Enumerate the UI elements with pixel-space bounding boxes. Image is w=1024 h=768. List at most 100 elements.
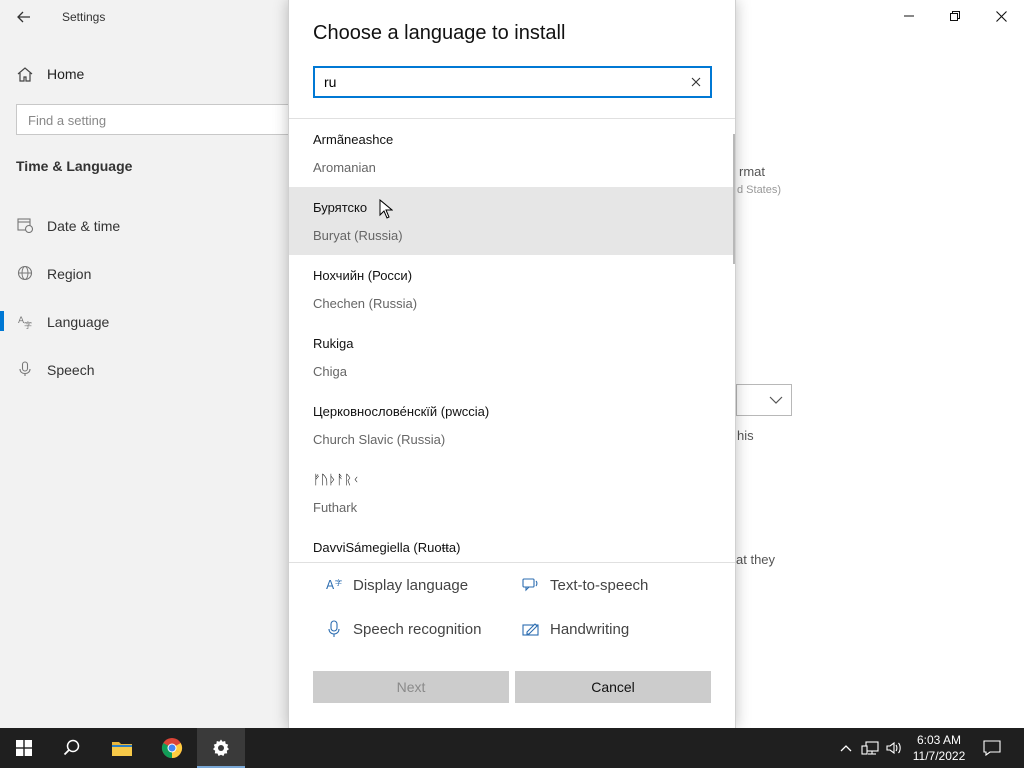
close-icon: [995, 10, 1007, 22]
section-title: Time & Language: [16, 158, 133, 174]
language-list-item[interactable]: Rukiga Chiga: [289, 323, 735, 391]
language-native-name: DavviSámegiella (Ruoŧŧa): [313, 540, 461, 555]
chevron-up-icon: [840, 745, 852, 752]
language-native-name: Церковнослове́нскїй (рwссіа): [313, 404, 490, 419]
language-native-name: Бурятско: [313, 200, 368, 215]
mouse-cursor-icon: [379, 199, 393, 219]
nav-label-date-time: Date & time: [47, 218, 121, 234]
feature-display-language-label: Display language: [353, 576, 469, 594]
minimize-button[interactable]: [886, 0, 932, 32]
bg-this-text: his: [737, 428, 754, 443]
feature-handwriting-label: Handwriting: [550, 620, 630, 638]
nav-item-language[interactable]: A字 Language: [0, 301, 289, 341]
svg-text:A: A: [326, 578, 335, 592]
nav-item-region[interactable]: Region: [0, 253, 289, 293]
bg-dropdown[interactable]: [736, 384, 792, 416]
feature-speech-recognition-label: Speech recognition: [353, 620, 482, 638]
language-native-name: Нохчийн (Росси): [313, 268, 413, 283]
language-english-name: Chechen (Russia): [313, 296, 418, 311]
language-english-name: Buryat (Russia): [313, 228, 403, 243]
clear-search-button[interactable]: [688, 74, 704, 90]
feature-speech-recognition: Speech recognition: [325, 620, 481, 638]
search-icon: [63, 739, 80, 756]
language-icon: A字: [18, 316, 32, 329]
chrome-button[interactable]: [148, 728, 196, 768]
language-list-item[interactable]: DavviSámegiella (Ruoŧŧa): [289, 527, 735, 562]
language-native-name: Rukiga: [313, 336, 354, 351]
language-english-name: Futhark: [313, 500, 358, 515]
taskbar: 6:03 AM 11/7/2022: [0, 728, 1024, 768]
list-scrollbar[interactable]: [733, 134, 735, 264]
language-native-name: ᚠᚢᚦᚨᚱᚲ: [313, 472, 360, 487]
speaker-icon: [886, 741, 901, 755]
back-button[interactable]: [10, 5, 38, 29]
clock-time: 6:03 AM: [916, 733, 962, 747]
feature-text-to-speech: Text-to-speech: [522, 576, 648, 594]
restore-icon: [950, 11, 960, 21]
home-label: Home: [47, 66, 85, 82]
next-button[interactable]: Next: [313, 671, 509, 703]
show-hidden-icons-button[interactable]: [836, 738, 856, 758]
settings-taskbar-button[interactable]: [197, 728, 245, 768]
language-list: Armãneashce Aromanian Бурятско Buryat (R…: [289, 119, 735, 562]
language-list-item[interactable]: Armãneashce Aromanian: [289, 119, 735, 187]
svg-text:字: 字: [335, 578, 342, 587]
text-to-speech-icon: [522, 576, 540, 594]
volume-icon[interactable]: [884, 738, 904, 758]
nav-label-region: Region: [47, 266, 92, 282]
search-button[interactable]: [48, 728, 96, 768]
chevron-down-icon: [769, 396, 783, 404]
language-english-name: Chiga: [313, 364, 347, 379]
taskbar-clock[interactable]: 6:03 AM 11/7/2022: [906, 732, 972, 764]
chrome-icon: [161, 738, 183, 759]
date-time-icon: [17, 218, 33, 233]
window-title: Settings: [62, 10, 106, 24]
language-native-name: Armãneashce: [313, 132, 394, 147]
restore-button[interactable]: [932, 0, 978, 32]
network-icon[interactable]: [860, 738, 880, 758]
folder-icon: [112, 742, 132, 756]
nav-label-speech: Speech: [47, 362, 95, 378]
cancel-button[interactable]: Cancel: [515, 671, 711, 703]
language-list-item[interactable]: ᚠᚢᚦᚨᚱᚲ Futhark: [289, 459, 735, 527]
find-setting-placeholder: Find a setting: [28, 113, 107, 128]
language-search-input[interactable]: [324, 73, 664, 91]
microphone-icon: [325, 620, 343, 638]
notification-icon: [983, 740, 1001, 756]
file-explorer-button[interactable]: [98, 728, 146, 768]
windows-logo-icon: [16, 740, 32, 756]
start-button[interactable]: [0, 728, 48, 768]
gear-icon: [213, 739, 229, 756]
minimize-icon: [904, 15, 914, 17]
find-setting-input[interactable]: Find a setting: [16, 104, 296, 135]
language-list-item[interactable]: Нохчийн (Росси) Chechen (Russia): [289, 255, 735, 323]
handwriting-pen-icon: [522, 620, 540, 638]
close-button[interactable]: [978, 0, 1024, 32]
svg-text:字: 字: [24, 320, 32, 329]
feature-handwriting: Handwriting: [522, 620, 629, 638]
nav-label-language: Language: [47, 314, 110, 330]
network-icon-svg: [861, 741, 879, 755]
home-icon: [17, 67, 33, 82]
nav-item-speech[interactable]: Speech: [0, 349, 289, 389]
language-english-name: Aromanian: [313, 160, 376, 175]
microphone-icon: [19, 361, 31, 376]
language-list-item[interactable]: Бурятско Buryat (Russia): [289, 187, 735, 255]
action-center-button[interactable]: [982, 738, 1002, 758]
bg-format-text: rmat: [739, 164, 765, 179]
choose-language-dialog: Choose a language to install Armãneashce…: [288, 0, 736, 728]
nav-item-date-time[interactable]: Date & time: [0, 205, 289, 245]
clock-date: 11/7/2022: [912, 749, 966, 763]
language-english-name: Church Slavic (Russia): [313, 432, 446, 447]
language-search-box[interactable]: [313, 66, 712, 98]
clear-x-icon: [691, 77, 701, 87]
region-globe-icon: [17, 265, 33, 281]
home-nav-item[interactable]: Home: [16, 62, 84, 86]
bg-they-text: at they: [736, 552, 776, 567]
feature-text-to-speech-label: Text-to-speech: [550, 576, 649, 594]
dialog-title: Choose a language to install: [313, 22, 566, 44]
feature-display-language: A字 Display language: [325, 576, 468, 594]
list-divider-bottom: [289, 562, 735, 563]
back-arrow-icon: [17, 11, 30, 23]
language-list-item[interactable]: Церковнослове́нскїй (рwссіа) Church Slav…: [289, 391, 735, 459]
